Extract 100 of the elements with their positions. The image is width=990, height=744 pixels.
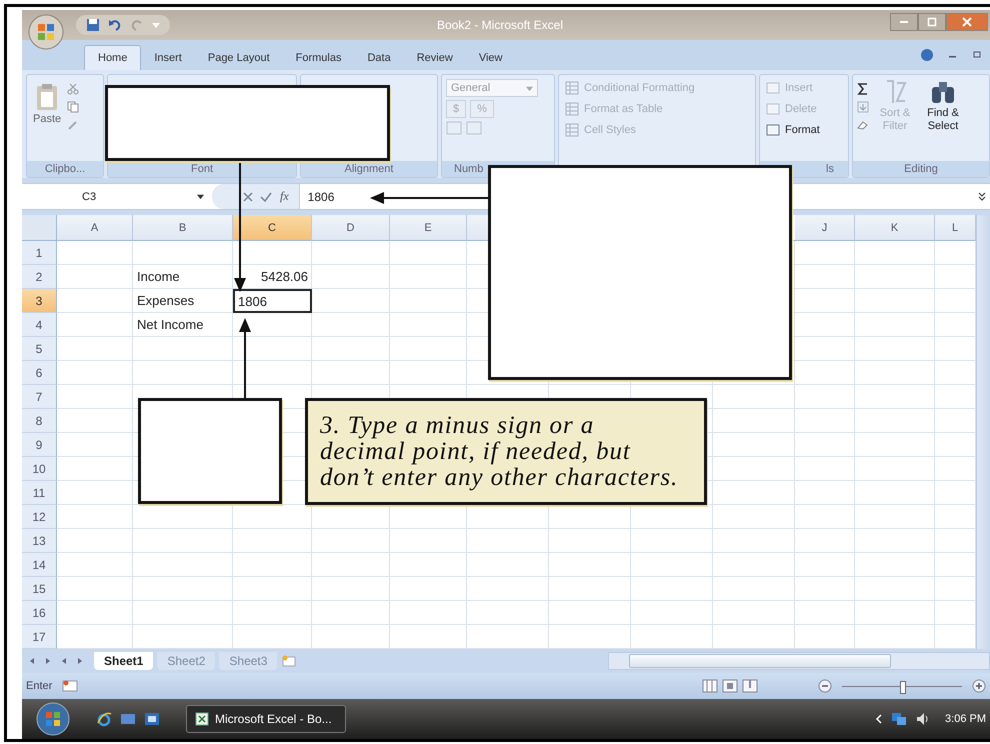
table-cell — [795, 313, 855, 337]
network-icon[interactable] — [891, 711, 908, 727]
row-header[interactable]: 7 — [22, 385, 57, 409]
scissors-icon[interactable] — [67, 83, 80, 95]
ribbon-tab[interactable]: View — [466, 46, 516, 70]
page-layout-view-icon[interactable] — [722, 679, 738, 693]
column-header[interactable]: D — [312, 215, 390, 241]
brush-icon[interactable] — [67, 119, 80, 131]
column-header[interactable]: L — [935, 215, 976, 241]
taskbar-window-button[interactable]: Microsoft Excel - Bo... — [186, 705, 346, 733]
row-header[interactable]: 8 — [22, 409, 57, 433]
table-cell — [795, 289, 855, 313]
cells-command[interactable]: Format — [764, 121, 822, 139]
switch-windows-icon[interactable] — [144, 711, 160, 727]
row-header[interactable]: 1 — [22, 241, 57, 265]
column-header[interactable]: K — [855, 215, 935, 241]
minimize-icon — [900, 21, 908, 23]
table-icon — [565, 123, 579, 137]
binoculars-icon — [930, 79, 956, 105]
table-cell — [795, 481, 855, 505]
row-header[interactable]: 11 — [22, 481, 57, 505]
row-header[interactable]: 17 — [22, 625, 57, 649]
normal-view-icon[interactable] — [702, 679, 718, 693]
cells-icon — [766, 123, 780, 137]
sheet-tab[interactable]: Sheet1 — [94, 652, 154, 670]
table-cell — [795, 457, 855, 481]
help-icon[interactable] — [920, 48, 934, 62]
ribbon-tab[interactable]: Review — [404, 46, 466, 70]
copy-icon[interactable] — [67, 101, 80, 113]
callout-note: 3. Type a minus sign or a decimal point, if needed, but don’t enter any other characters. — [305, 398, 707, 505]
table-icon — [565, 81, 579, 95]
row-header[interactable]: 4 — [22, 313, 57, 337]
column-header[interactable]: E — [390, 215, 467, 241]
row-header[interactable]: 10 — [22, 457, 57, 481]
vertical-scrollbar[interactable] — [976, 215, 990, 649]
table-cell — [795, 337, 855, 361]
group-label: Alignment — [301, 161, 437, 177]
check-icon[interactable] — [260, 190, 272, 202]
caret-icon — [197, 193, 204, 200]
table-cell: 1806 — [233, 289, 312, 313]
cells-icon — [766, 81, 780, 95]
row-header[interactable]: 12 — [22, 505, 57, 529]
sigma-icon[interactable] — [857, 83, 869, 95]
chevron-icon[interactable] — [875, 714, 884, 724]
eraser-icon[interactable] — [857, 119, 869, 131]
column-header[interactable]: A — [57, 215, 133, 241]
row-header[interactable]: 16 — [22, 601, 57, 625]
ribbon-tab[interactable]: Home — [84, 45, 142, 70]
page-break-view-icon[interactable] — [742, 679, 758, 693]
spreadsheet-icon — [195, 712, 209, 726]
row-header[interactable]: 14 — [22, 553, 57, 577]
table-cell — [795, 361, 855, 385]
restore-icon[interactable] — [972, 50, 982, 60]
table-cell — [795, 529, 855, 553]
ribbon-tab[interactable]: Formulas — [282, 46, 354, 70]
row-header[interactable]: 2 — [22, 265, 57, 289]
group-label: Clipbo... — [27, 161, 103, 177]
editing-command[interactable]: Find & Select — [921, 79, 965, 133]
ribbon-tab[interactable]: Insert — [141, 46, 195, 70]
desktop-icon[interactable] — [120, 711, 136, 727]
fill-icon[interactable] — [857, 101, 869, 113]
zoom-out-icon[interactable] — [818, 679, 832, 693]
minimize-button[interactable] — [890, 13, 918, 31]
start-button[interactable] — [36, 702, 70, 736]
table-cell — [795, 601, 855, 625]
column-header[interactable] — [467, 215, 489, 240]
maximize-icon — [927, 17, 937, 27]
row-header[interactable]: 15 — [22, 577, 57, 601]
undo-icon[interactable] — [108, 18, 122, 32]
insert-function-button[interactable]: fx — [278, 189, 291, 204]
table-cell — [795, 409, 855, 433]
maximize-button[interactable] — [918, 13, 946, 31]
caret-icon — [526, 84, 533, 92]
redo-icon — [130, 18, 144, 32]
browser-icon[interactable] — [96, 711, 112, 727]
zoom-in-icon[interactable] — [972, 679, 986, 693]
ribbon-tab[interactable]: Page Layout — [194, 46, 283, 70]
table-cell — [795, 505, 855, 529]
zoom-slider-thumb[interactable] — [900, 680, 906, 694]
table-cell: Expenses — [133, 289, 233, 313]
horizontal-scrollbar[interactable] — [608, 652, 990, 670]
column-header[interactable]: J — [795, 215, 855, 241]
row-header[interactable]: 13 — [22, 529, 57, 553]
column-header[interactable]: C — [233, 215, 312, 241]
close-icon — [962, 17, 972, 27]
table-cell — [795, 265, 855, 289]
row-header[interactable]: 9 — [22, 433, 57, 457]
close-button[interactable] — [946, 13, 988, 31]
ribbon-tab[interactable]: Data — [354, 46, 404, 70]
paste-button[interactable]: Paste — [31, 79, 64, 129]
column-header[interactable]: B — [133, 215, 233, 241]
insert-sheet-icon[interactable] — [281, 655, 298, 667]
row-header[interactable]: 6 — [22, 361, 57, 385]
row-header[interactable]: 5 — [22, 337, 57, 361]
cancel-icon[interactable] — [242, 190, 254, 202]
save-icon[interactable] — [86, 18, 100, 32]
expand-icon[interactable] — [978, 192, 986, 202]
name-box[interactable]: C3 — [22, 184, 212, 209]
macro-record-icon[interactable] — [62, 680, 78, 692]
row-header[interactable]: 3 — [22, 289, 57, 313]
